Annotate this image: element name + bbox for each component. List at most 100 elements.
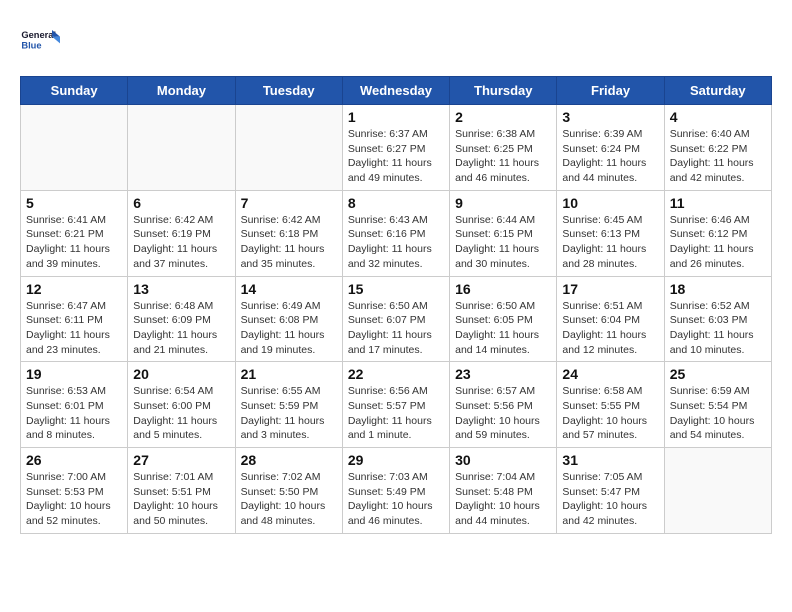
day-number: 6: [133, 195, 229, 211]
page-header: General Blue: [20, 20, 772, 60]
calendar-day-cell: 13 Sunrise: 6:48 AMSunset: 6:09 PMDayligh…: [128, 276, 235, 362]
calendar-day-cell: 25 Sunrise: 6:59 AMSunset: 5:54 PMDayligh…: [664, 362, 771, 448]
calendar-day-cell: 28 Sunrise: 7:02 AMSunset: 5:50 PMDayligh…: [235, 448, 342, 534]
day-info: Sunrise: 6:45 AMSunset: 6:13 PMDaylight:…: [562, 213, 658, 272]
weekday-header-wednesday: Wednesday: [342, 77, 449, 105]
day-info: Sunrise: 7:05 AMSunset: 5:47 PMDaylight:…: [562, 470, 658, 529]
day-info: Sunrise: 6:53 AMSunset: 6:01 PMDaylight:…: [26, 384, 122, 443]
day-number: 28: [241, 452, 337, 468]
day-info: Sunrise: 6:58 AMSunset: 5:55 PMDaylight:…: [562, 384, 658, 443]
day-number: 18: [670, 281, 766, 297]
day-number: 12: [26, 281, 122, 297]
day-number: 27: [133, 452, 229, 468]
day-number: 29: [348, 452, 444, 468]
calendar-day-cell: 31 Sunrise: 7:05 AMSunset: 5:47 PMDayligh…: [557, 448, 664, 534]
day-number: 25: [670, 366, 766, 382]
weekday-header-tuesday: Tuesday: [235, 77, 342, 105]
svg-text:General: General: [21, 30, 56, 40]
calendar-day-cell: 15 Sunrise: 6:50 AMSunset: 6:07 PMDayligh…: [342, 276, 449, 362]
calendar-day-cell: [128, 105, 235, 191]
day-number: 15: [348, 281, 444, 297]
weekday-header-friday: Friday: [557, 77, 664, 105]
calendar-day-cell: 23 Sunrise: 6:57 AMSunset: 5:56 PMDayligh…: [450, 362, 557, 448]
day-info: Sunrise: 6:51 AMSunset: 6:04 PMDaylight:…: [562, 299, 658, 358]
day-info: Sunrise: 6:39 AMSunset: 6:24 PMDaylight:…: [562, 127, 658, 186]
day-number: 16: [455, 281, 551, 297]
day-info: Sunrise: 6:54 AMSunset: 6:00 PMDaylight:…: [133, 384, 229, 443]
day-info: Sunrise: 6:55 AMSunset: 5:59 PMDaylight:…: [241, 384, 337, 443]
day-number: 8: [348, 195, 444, 211]
general-blue-logo: General Blue: [20, 20, 60, 60]
day-info: Sunrise: 7:03 AMSunset: 5:49 PMDaylight:…: [348, 470, 444, 529]
calendar-day-cell: 18 Sunrise: 6:52 AMSunset: 6:03 PMDayligh…: [664, 276, 771, 362]
day-number: 1: [348, 109, 444, 125]
calendar-table: SundayMondayTuesdayWednesdayThursdayFrid…: [20, 76, 772, 534]
calendar-day-cell: 8 Sunrise: 6:43 AMSunset: 6:16 PMDaylight…: [342, 190, 449, 276]
calendar-day-cell: 11 Sunrise: 6:46 AMSunset: 6:12 PMDayligh…: [664, 190, 771, 276]
day-info: Sunrise: 6:40 AMSunset: 6:22 PMDaylight:…: [670, 127, 766, 186]
day-number: 7: [241, 195, 337, 211]
calendar-day-cell: [235, 105, 342, 191]
calendar-day-cell: 10 Sunrise: 6:45 AMSunset: 6:13 PMDayligh…: [557, 190, 664, 276]
day-number: 31: [562, 452, 658, 468]
calendar-day-cell: 21Sunrise: 6:55 AMSunset: 5:59 PMDayligh…: [235, 362, 342, 448]
calendar-week-3: 12 Sunrise: 6:47 AMSunset: 6:11 PMDayligh…: [21, 276, 772, 362]
svg-text:Blue: Blue: [21, 41, 41, 51]
calendar-day-cell: 26Sunrise: 7:00 AMSunset: 5:53 PMDayligh…: [21, 448, 128, 534]
weekday-header-thursday: Thursday: [450, 77, 557, 105]
day-info: Sunrise: 6:56 AMSunset: 5:57 PMDaylight:…: [348, 384, 444, 443]
calendar-day-cell: [21, 105, 128, 191]
calendar-day-cell: 24 Sunrise: 6:58 AMSunset: 5:55 PMDayligh…: [557, 362, 664, 448]
calendar-week-4: 19 Sunrise: 6:53 AMSunset: 6:01 PMDayligh…: [21, 362, 772, 448]
day-info: Sunrise: 6:44 AMSunset: 6:15 PMDaylight:…: [455, 213, 551, 272]
day-info: Sunrise: 6:47 AMSunset: 6:11 PMDaylight:…: [26, 299, 122, 358]
day-info: Sunrise: 6:42 AMSunset: 6:19 PMDaylight:…: [133, 213, 229, 272]
day-number: 4: [670, 109, 766, 125]
calendar-day-cell: 3 Sunrise: 6:39 AMSunset: 6:24 PMDaylight…: [557, 105, 664, 191]
day-number: 3: [562, 109, 658, 125]
day-number: 14: [241, 281, 337, 297]
day-number: 11: [670, 195, 766, 211]
day-info: Sunrise: 6:48 AMSunset: 6:09 PMDaylight:…: [133, 299, 229, 358]
day-info: Sunrise: 7:02 AMSunset: 5:50 PMDaylight:…: [241, 470, 337, 529]
calendar-day-cell: 12 Sunrise: 6:47 AMSunset: 6:11 PMDayligh…: [21, 276, 128, 362]
day-info: Sunrise: 6:46 AMSunset: 6:12 PMDaylight:…: [670, 213, 766, 272]
day-info: Sunrise: 6:41 AMSunset: 6:21 PMDaylight:…: [26, 213, 122, 272]
calendar-week-2: 5Sunrise: 6:41 AMSunset: 6:21 PMDaylight…: [21, 190, 772, 276]
day-number: 13: [133, 281, 229, 297]
day-number: 23: [455, 366, 551, 382]
calendar-day-cell: 9 Sunrise: 6:44 AMSunset: 6:15 PMDaylight…: [450, 190, 557, 276]
day-info: Sunrise: 6:52 AMSunset: 6:03 PMDaylight:…: [670, 299, 766, 358]
calendar-day-cell: 19 Sunrise: 6:53 AMSunset: 6:01 PMDayligh…: [21, 362, 128, 448]
day-number: 22: [348, 366, 444, 382]
day-info: Sunrise: 6:50 AMSunset: 6:07 PMDaylight:…: [348, 299, 444, 358]
calendar-week-1: 1 Sunrise: 6:37 AMSunset: 6:27 PMDaylight…: [21, 105, 772, 191]
weekday-header-sunday: Sunday: [21, 77, 128, 105]
logo: General Blue: [20, 20, 60, 60]
day-number: 30: [455, 452, 551, 468]
day-info: Sunrise: 6:38 AMSunset: 6:25 PMDaylight:…: [455, 127, 551, 186]
weekday-header-monday: Monday: [128, 77, 235, 105]
calendar-day-cell: 29 Sunrise: 7:03 AMSunset: 5:49 PMDayligh…: [342, 448, 449, 534]
weekday-header-row: SundayMondayTuesdayWednesdayThursdayFrid…: [21, 77, 772, 105]
day-number: 19: [26, 366, 122, 382]
day-number: 17: [562, 281, 658, 297]
day-info: Sunrise: 6:49 AMSunset: 6:08 PMDaylight:…: [241, 299, 337, 358]
calendar-day-cell: 1 Sunrise: 6:37 AMSunset: 6:27 PMDaylight…: [342, 105, 449, 191]
calendar-day-cell: 6 Sunrise: 6:42 AMSunset: 6:19 PMDaylight…: [128, 190, 235, 276]
calendar-day-cell: 27Sunrise: 7:01 AMSunset: 5:51 PMDayligh…: [128, 448, 235, 534]
day-info: Sunrise: 6:43 AMSunset: 6:16 PMDaylight:…: [348, 213, 444, 272]
day-number: 24: [562, 366, 658, 382]
day-info: Sunrise: 7:00 AMSunset: 5:53 PMDaylight:…: [26, 470, 122, 529]
day-info: Sunrise: 6:57 AMSunset: 5:56 PMDaylight:…: [455, 384, 551, 443]
day-number: 20: [133, 366, 229, 382]
day-info: Sunrise: 6:37 AMSunset: 6:27 PMDaylight:…: [348, 127, 444, 186]
calendar-day-cell: 22 Sunrise: 6:56 AMSunset: 5:57 PMDayligh…: [342, 362, 449, 448]
day-number: 10: [562, 195, 658, 211]
day-info: Sunrise: 6:42 AMSunset: 6:18 PMDaylight:…: [241, 213, 337, 272]
calendar-week-5: 26Sunrise: 7:00 AMSunset: 5:53 PMDayligh…: [21, 448, 772, 534]
day-number: 9: [455, 195, 551, 211]
calendar-day-cell: 14 Sunrise: 6:49 AMSunset: 6:08 PMDayligh…: [235, 276, 342, 362]
weekday-header-saturday: Saturday: [664, 77, 771, 105]
day-info: Sunrise: 6:59 AMSunset: 5:54 PMDaylight:…: [670, 384, 766, 443]
